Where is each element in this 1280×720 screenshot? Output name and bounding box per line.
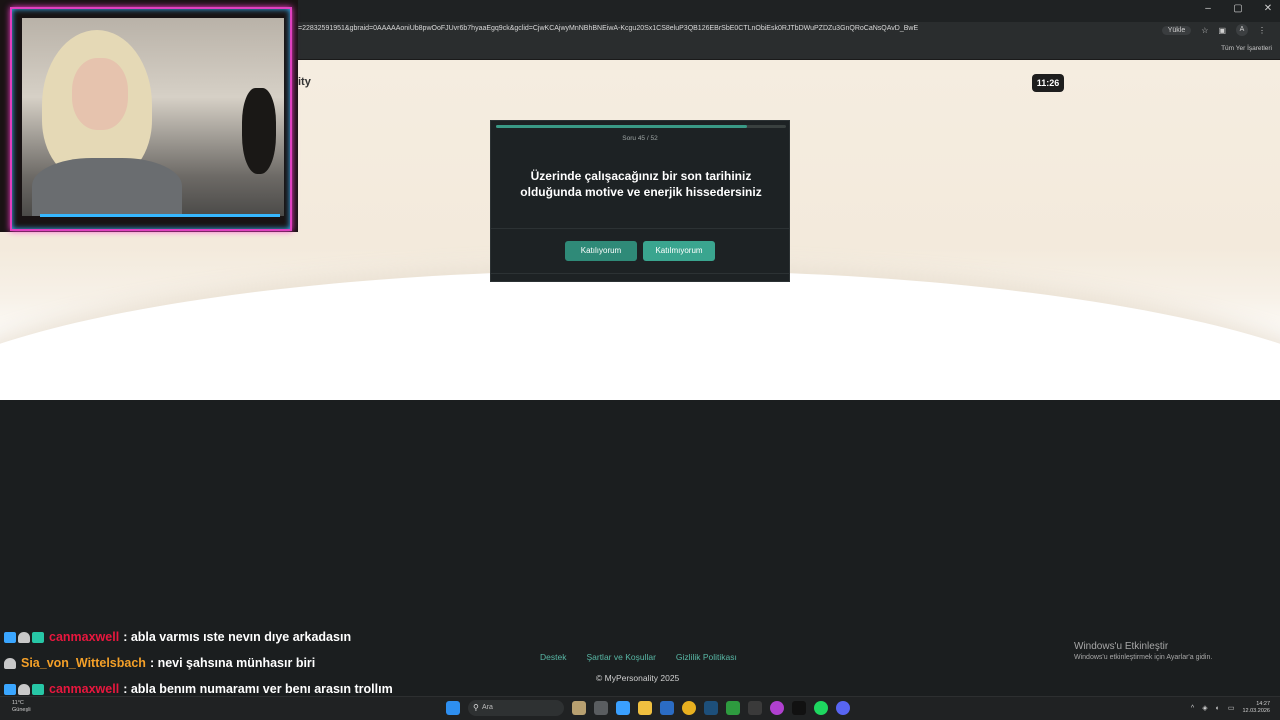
clock-time: 14:27: [1256, 701, 1270, 707]
terminal-icon[interactable]: [792, 701, 806, 715]
page-footer-area: canmaxwell : abla varmıs ıste nevın dıye …: [0, 400, 1280, 696]
background-hill: [0, 270, 1280, 400]
settings-icon[interactable]: [748, 701, 762, 715]
all-bookmarks-link[interactable]: Tüm Yer İşaretleri: [1221, 45, 1272, 52]
chat-text: : nevi şahsına münhasır biri: [149, 656, 316, 670]
terms-link[interactable]: Şartlar ve Koşullar: [586, 652, 655, 662]
menu-icon[interactable]: ⋮: [1258, 26, 1266, 35]
minimize-button[interactable]: –: [1202, 3, 1214, 14]
store-icon[interactable]: [660, 701, 674, 715]
widgets-icon[interactable]: [572, 701, 586, 715]
divider: [491, 228, 789, 229]
chat-text: : abla benım numaramı ver benı arasın tr…: [123, 682, 393, 696]
chat-text: : abla varmıs ıste nevın dıye arkadasın: [123, 630, 352, 644]
extensions-icon[interactable]: ▣: [1218, 26, 1226, 35]
activation-title: Windows'u Etkinleştir: [1074, 641, 1169, 652]
copyright-text: © MyPersonality 2025: [596, 673, 680, 683]
close-button[interactable]: ✕: [1262, 3, 1274, 14]
chat-badge-icon: [18, 683, 30, 695]
chat-badge-icon: [4, 683, 16, 695]
file-explorer-icon[interactable]: [638, 701, 652, 715]
answer-options: Katılıyorum Katılmıyorum: [491, 241, 789, 261]
volume-icon[interactable]: ◐: [1216, 705, 1220, 712]
activation-subtitle: Windows'u etkinleştirmek için Ayarlar'a …: [1074, 654, 1213, 661]
taskbar-search[interactable]: Ara: [468, 700, 564, 716]
app-icon[interactable]: [770, 701, 784, 715]
bookmark-star-icon[interactable]: ☆: [1201, 26, 1208, 35]
windows-taskbar: 11°C Güneşli Ara ^ ◈ ◐ ▭ 14:27 12.03.202…: [0, 696, 1280, 720]
chrome-icon[interactable]: [682, 701, 696, 715]
chat-username[interactable]: canmaxwell: [49, 682, 119, 696]
url-text[interactable]: =22832591951&gbraid=0AAAAAoniUb8pwOoFJUv…: [298, 25, 918, 32]
start-icon[interactable]: [446, 701, 460, 715]
clock-date: 12.03.2026: [1242, 708, 1270, 714]
taskbar-apps: Ara: [446, 700, 850, 716]
profile-avatar[interactable]: A: [1236, 24, 1248, 36]
weather-desc: Güneşli: [12, 707, 31, 713]
webcam-accent-line: [40, 214, 280, 217]
update-button[interactable]: Yükle: [1161, 25, 1192, 35]
chat-username[interactable]: Sia_von_Wittelsbach: [21, 656, 146, 670]
chevron-up-icon[interactable]: ^: [1191, 705, 1194, 712]
quiz-card: Soru 45 / 52 Üzerinde çalışacağınız bir …: [490, 120, 790, 282]
weather-widget[interactable]: 11°C Güneşli: [12, 700, 31, 714]
steam-icon[interactable]: [704, 701, 718, 715]
task-view-icon[interactable]: [594, 701, 608, 715]
copilot-icon[interactable]: [616, 701, 630, 715]
chat-badge-icon: [32, 683, 44, 695]
quiz-timer: 11:26: [1032, 74, 1064, 92]
disagree-button[interactable]: Katılmıyorum: [643, 241, 715, 261]
chat-badge-icon: [32, 631, 44, 643]
webcam-neon-frame: [10, 7, 292, 231]
webcam-overlay: [0, 0, 298, 232]
windows-activation-watermark: Windows'u Etkinleştir Windows'u etkinleş…: [1074, 641, 1212, 661]
footer-links: Destek Şartlar ve Koşullar Gizlilik Poli…: [540, 652, 737, 662]
window-controls: – ▢ ✕: [1202, 3, 1274, 14]
chat-message: canmaxwell : abla varmıs ıste nevın dıye …: [4, 624, 484, 650]
divider: [491, 273, 789, 274]
system-tray: ^ ◈ ◐ ▭ 14:27 12.03.2026: [1191, 701, 1270, 715]
progress-bar-fill: [496, 125, 747, 128]
xbox-icon[interactable]: [726, 701, 740, 715]
toolbar-actions: Yükle ☆ ▣ A ⋮: [1161, 24, 1266, 36]
chat-overlay: canmaxwell : abla varmıs ıste nevın dıye …: [4, 624, 484, 702]
clock[interactable]: 14:27 12.03.2026: [1242, 701, 1270, 715]
question-counter: Soru 45 / 52: [622, 135, 658, 142]
privacy-link[interactable]: Gizlilik Politikası: [676, 652, 737, 662]
chat-badge-icon: [18, 631, 30, 643]
battery-icon[interactable]: ▭: [1228, 704, 1235, 712]
weather-temp: 11°C: [12, 700, 24, 706]
progress-bar: [496, 125, 786, 128]
support-link[interactable]: Destek: [540, 652, 566, 662]
chat-badge-icon: [4, 631, 16, 643]
chat-username[interactable]: canmaxwell: [49, 630, 119, 644]
spotify-icon[interactable]: [814, 701, 828, 715]
question-text: Üzerinde çalışacağınız bir son tarihiniz…: [520, 169, 762, 199]
agree-button[interactable]: Katılıyorum: [565, 241, 637, 261]
network-icon[interactable]: ◈: [1202, 704, 1207, 712]
chat-message: Sia_von_Wittelsbach: nevi şahsına münhas…: [4, 650, 484, 676]
site-logo-text[interactable]: ity: [298, 76, 311, 88]
maximize-button[interactable]: ▢: [1232, 3, 1244, 14]
discord-icon[interactable]: [836, 701, 850, 715]
chat-badge-icon: [4, 657, 16, 669]
